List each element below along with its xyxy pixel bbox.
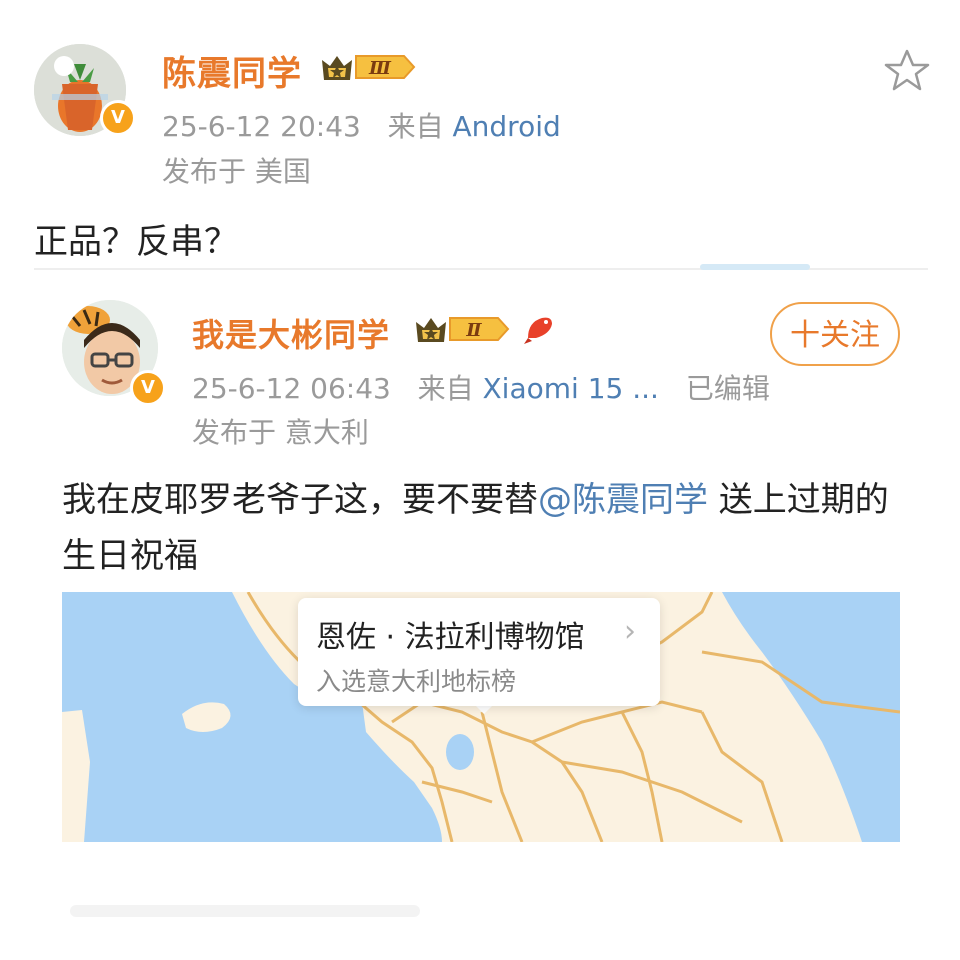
repost-time: 25-6-12 06:43 (192, 372, 391, 405)
repost-author-name[interactable]: 我是大彬同学 (192, 310, 390, 356)
member-crown-badge-icon: Ⅲ (322, 55, 416, 80)
repost-verified-badge-icon: V (130, 370, 166, 406)
edited-label[interactable]: 已编辑 (686, 372, 770, 405)
source-prefix: 来自 (387, 110, 444, 143)
mention-link[interactable]: @陈震同学 (538, 480, 708, 520)
koi-icon (524, 317, 552, 344)
favorite-star-icon[interactable] (884, 48, 930, 92)
repost-content: 我在皮耶罗老爷子这，要不要替@陈震同学 送上过期的生日祝福 (62, 472, 912, 584)
repost-meta: 25-6-12 06:43 来自 Xiaomi 15 ... 已编辑 (192, 367, 770, 407)
repost-location: 发布于 意大利 (192, 416, 369, 449)
post-source[interactable]: Android (453, 110, 561, 143)
repost-source-prefix: 来自 (417, 372, 474, 405)
post-location: 发布于 美国 (162, 155, 311, 188)
repost-content-before: 我在皮耶罗老爷子这，要不要替 (62, 480, 538, 520)
chevron-right-icon: › (624, 614, 636, 649)
faded-footer-placeholder (70, 905, 420, 917)
repost-source[interactable]: Xiaomi 15 ... (483, 372, 659, 405)
follow-button[interactable]: 十关注 (770, 302, 900, 366)
author-name[interactable]: 陈震同学 (162, 46, 302, 95)
poi-title: 恩佐 · 法拉利博物馆 (316, 620, 585, 655)
poi-subtitle: 入选意大利地标榜 (316, 667, 517, 696)
poi-card[interactable]: 恩佐 · 法拉利博物馆 › 入选意大利地标榜 (298, 598, 660, 706)
verified-badge-icon: V (100, 100, 136, 136)
repost-member-crown-badge-icon: Ⅱ (416, 317, 510, 342)
repost-level-badge-text: Ⅱ (465, 320, 482, 341)
post-content: 正品？反串？ (34, 222, 238, 262)
level-badge-text: Ⅲ (368, 58, 392, 79)
divider-highlight (700, 264, 810, 270)
post-time: 25-6-12 20:43 (162, 110, 361, 143)
post-meta: 25-6-12 20:43 来自 Android (162, 105, 561, 145)
